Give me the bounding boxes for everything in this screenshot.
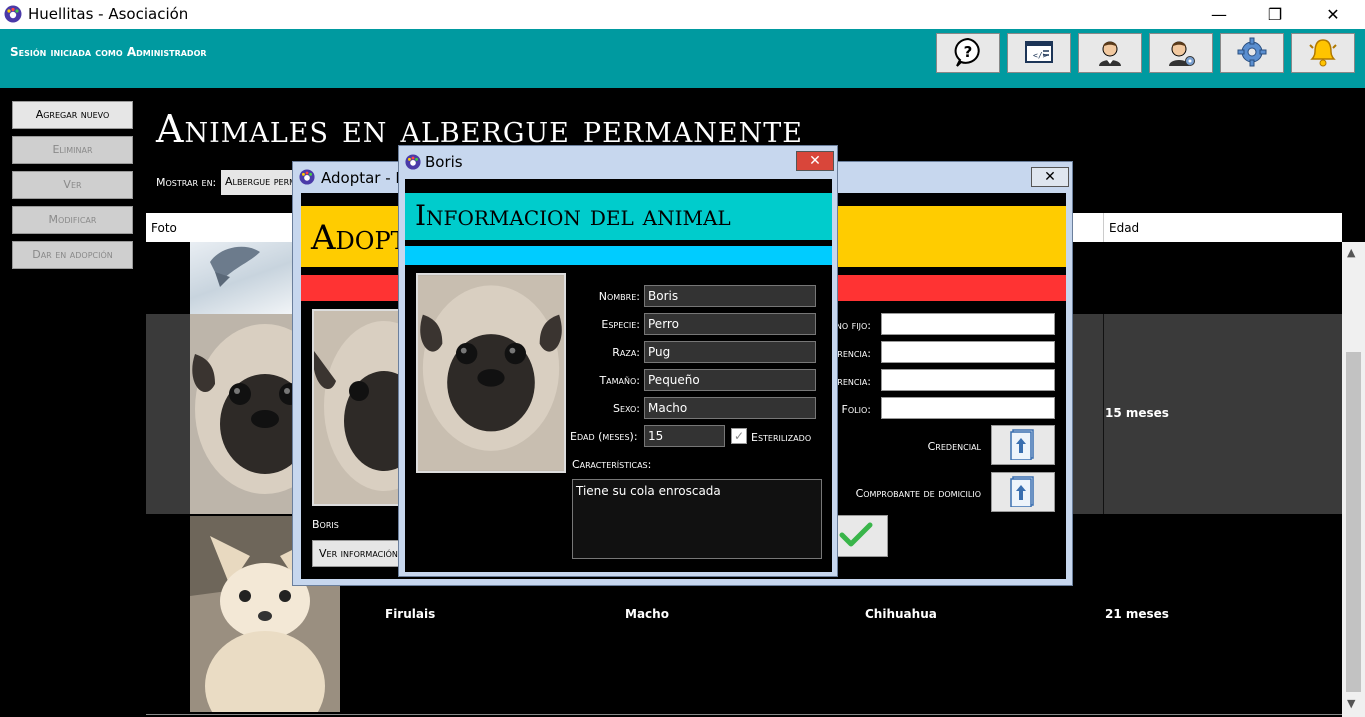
breed-field[interactable]: Pug xyxy=(644,341,816,363)
info-dialog-title: Boris xyxy=(425,153,463,171)
window-title: Huellitas - Asociación xyxy=(28,5,189,23)
info-dialog-close-button[interactable]: ✕ xyxy=(796,151,834,171)
help-button[interactable]: ? xyxy=(936,33,1000,73)
minimize-button[interactable]: — xyxy=(1196,0,1242,29)
proof-address-label: Comprobante de domicilio xyxy=(855,487,981,500)
species-label: Especie: xyxy=(601,318,640,331)
app-header: Sesión iniciada como Administrador ? </> xyxy=(0,29,1365,88)
name-label: Nombre: xyxy=(598,290,640,303)
adopt-animal-name: Boris xyxy=(312,518,339,531)
add-new-button[interactable]: Agregar nuevo xyxy=(12,101,133,129)
age-field[interactable]: 15 xyxy=(644,425,725,447)
name-field[interactable]: Boris xyxy=(644,285,816,307)
view-button[interactable]: Ver xyxy=(12,171,133,199)
upload-credential-button[interactable] xyxy=(991,425,1055,465)
user-button[interactable] xyxy=(1078,33,1142,73)
info-banner: Informacion del animal xyxy=(405,193,832,240)
upload-file-icon xyxy=(1009,475,1037,510)
notifications-button[interactable] xyxy=(1291,33,1355,73)
table-divider xyxy=(146,714,1342,715)
column-separator xyxy=(1103,314,1104,514)
sterilized-label: Esterilizado xyxy=(751,431,812,444)
characteristics-label: Características: xyxy=(572,458,652,471)
info-blue-band xyxy=(405,246,832,265)
modify-button[interactable]: Modificar xyxy=(12,206,133,234)
age-cell: 21 meses xyxy=(1105,607,1169,621)
column-separator xyxy=(1103,213,1104,242)
info-dialog: Boris ✕ Informacion del animal Nombre: B… xyxy=(398,145,838,577)
size-field[interactable]: Pequeño xyxy=(644,369,816,391)
characteristics-textarea[interactable]: Tiene su cola enroscada xyxy=(572,479,822,559)
sex-cell: Macho xyxy=(625,607,669,621)
user-icon xyxy=(1094,36,1126,71)
sterilized-checkbox[interactable]: ✓ xyxy=(731,428,747,444)
code-window-icon: </> xyxy=(1023,36,1055,71)
view-info-button[interactable]: Ver información xyxy=(312,540,407,567)
code-window-button[interactable]: </> xyxy=(1007,33,1071,73)
window-titlebar: Huellitas - Asociación — ❐ ✕ xyxy=(0,0,1365,29)
close-icon: ✕ xyxy=(809,153,821,169)
folio-field[interactable] xyxy=(881,397,1055,419)
show-in-select[interactable]: Albergue permanente xyxy=(221,170,301,195)
app-logo-icon xyxy=(299,169,315,185)
breed-cell: Chihuahua xyxy=(865,607,937,621)
adopt-animal-photo xyxy=(312,309,402,506)
bell-icon xyxy=(1307,36,1339,71)
app-logo-icon xyxy=(405,154,421,170)
sex-field[interactable]: Macho xyxy=(644,397,816,419)
age-label: Edad (meses): xyxy=(570,430,638,443)
sex-label: Sexo: xyxy=(612,402,640,415)
species-field[interactable]: Perro xyxy=(644,313,816,335)
credential-label: Credencial xyxy=(927,440,981,453)
close-button[interactable]: ✕ xyxy=(1310,0,1356,29)
age-cell: 15 meses xyxy=(1105,406,1169,420)
reference-2-field[interactable] xyxy=(881,369,1055,391)
phone-field[interactable] xyxy=(881,313,1055,335)
column-age[interactable]: Edad xyxy=(1109,221,1139,235)
maximize-button[interactable]: ❐ xyxy=(1252,0,1298,29)
breed-label: Raza: xyxy=(612,346,640,359)
session-label: Sesión iniciada como Administrador xyxy=(10,45,207,59)
app-logo-icon xyxy=(4,5,22,23)
info-dialog-body: Informacion del animal Nombre: Boris Esp… xyxy=(405,179,832,572)
gear-icon xyxy=(1236,36,1268,71)
info-banner-title: Informacion del animal xyxy=(415,199,731,232)
upload-proof-button[interactable] xyxy=(991,472,1055,512)
svg-text:?: ? xyxy=(964,43,973,61)
info-animal-photo xyxy=(416,273,566,473)
help-icon: ? xyxy=(952,36,984,71)
size-label: Tamaño: xyxy=(599,374,640,387)
checkmark-icon: ✓ xyxy=(733,429,745,443)
scroll-up-icon[interactable]: ▲ xyxy=(1347,246,1355,259)
give-adoption-button[interactable]: Dar en adopción xyxy=(12,241,133,269)
scrollbar-thumb[interactable] xyxy=(1346,352,1361,692)
name-cell: Firulais xyxy=(385,607,436,621)
user-settings-icon xyxy=(1165,36,1197,71)
reference-1-field[interactable] xyxy=(881,341,1055,363)
scroll-down-icon[interactable]: ▼ xyxy=(1347,697,1355,710)
upload-file-icon xyxy=(1009,428,1037,463)
delete-button[interactable]: Eliminar xyxy=(12,136,133,164)
column-photo[interactable]: Foto xyxy=(151,221,177,235)
user-settings-button[interactable] xyxy=(1149,33,1213,73)
adopt-dialog-close-button[interactable]: ✕ xyxy=(1031,167,1069,187)
close-icon: ✕ xyxy=(1044,169,1056,185)
adopt-dialog-title: Adoptar - Boris xyxy=(321,169,401,187)
show-in-label: Mostrar en: xyxy=(156,176,217,189)
table-scrollbar[interactable]: ▲ ▼ xyxy=(1342,242,1365,717)
settings-button[interactable] xyxy=(1220,33,1284,73)
check-icon xyxy=(839,521,873,552)
